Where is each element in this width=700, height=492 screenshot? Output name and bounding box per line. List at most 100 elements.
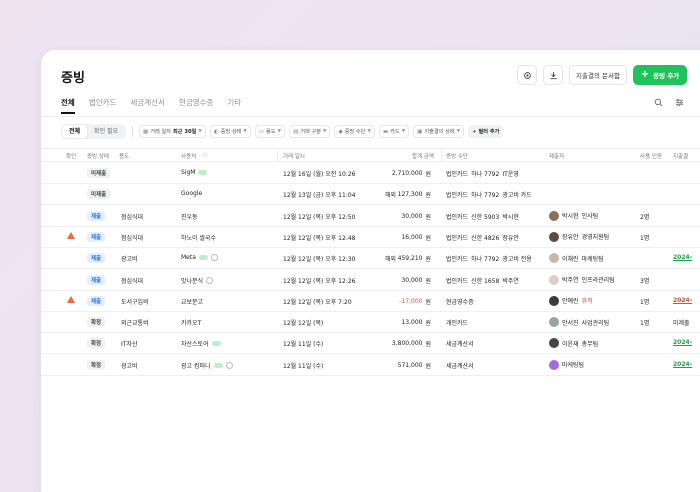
transaction-type-filter-chip[interactable]: ▤ 거래 구분 ▼ bbox=[289, 125, 331, 138]
expense-doc-box-button[interactable]: 지출결의 문서함 bbox=[569, 65, 627, 85]
method-text: 개인카드 bbox=[446, 320, 469, 328]
table-row[interactable]: 확정 IT자산 자산스토어 12월 11일 (수) 3,800,000 원 세금계산서 이윤재… bbox=[41, 333, 700, 355]
status-badge: 제출 bbox=[87, 253, 106, 264]
expense-status-filter-chip[interactable]: ▣ 지출결의 상태 ▼ bbox=[413, 125, 465, 138]
col-method[interactable]: 증빙 수단 bbox=[446, 152, 468, 160]
expense-report-link[interactable]: 2024- bbox=[673, 254, 692, 261]
segment-needs-check[interactable]: 확인 필요 bbox=[87, 125, 125, 138]
purpose-text: 도서구입비 bbox=[121, 298, 149, 306]
table-row[interactable]: 미제출 Google 12월 13일 (금) 오후 11:04 해외 127,300 원 법… bbox=[41, 184, 700, 206]
merchant-text: Google bbox=[181, 190, 203, 198]
avatar bbox=[549, 274, 559, 285]
chevron-down-icon: ▼ bbox=[456, 129, 461, 134]
method-text: 세금계산서 bbox=[446, 362, 474, 370]
tab-tax-invoice[interactable]: 세금계산서 bbox=[130, 97, 165, 108]
table-row[interactable]: 확정 광고비 광고 컴퍼니 12월 11일 (수) 571,000 원 세금계산서 마케팅팀 2… bbox=[41, 355, 700, 376]
submitter-name: 이윤재 bbox=[562, 340, 579, 348]
currency-unit: 원 bbox=[425, 341, 431, 349]
method-text: 법인카드 bbox=[446, 234, 469, 242]
currency-unit: 원 bbox=[425, 277, 431, 285]
settings-button[interactable] bbox=[517, 65, 537, 85]
status-badge: 미제출 bbox=[87, 189, 111, 200]
expense-report-link[interactable]: 2024- bbox=[673, 297, 692, 304]
search-button[interactable] bbox=[654, 98, 663, 110]
link-icon bbox=[198, 170, 208, 175]
status-icon: ◐ bbox=[213, 128, 219, 135]
avatar bbox=[549, 210, 559, 221]
add-filter-button[interactable]: + 필터 추가 bbox=[468, 125, 504, 138]
merchant-text: 하노이 쌀국수 bbox=[181, 234, 217, 242]
avatar bbox=[549, 295, 559, 306]
method-filter-chip[interactable]: ◆ 증빙 수단 ▼ bbox=[334, 125, 375, 138]
chevron-down-icon: ▼ bbox=[277, 129, 282, 134]
method-text: 법인카드 bbox=[446, 213, 469, 221]
table-header: 확인 증빙 상태 용도 사용처 ⓘ 거래 일시 합계 금액 증빙 수단 제출자 … bbox=[41, 148, 700, 163]
col-check[interactable]: 확인 bbox=[66, 152, 76, 160]
col-people[interactable]: 사용 인원 bbox=[640, 152, 662, 160]
col-merchant[interactable]: 사용처 bbox=[181, 152, 196, 160]
tab-all[interactable]: 전체 bbox=[61, 97, 75, 108]
add-evidence-button[interactable]: + 증빙 추가 bbox=[633, 65, 687, 85]
submitter-team: 휴직 bbox=[581, 298, 593, 306]
col-purpose[interactable]: 용도 bbox=[119, 152, 129, 160]
table-row[interactable]: 제출 광고비 Meta 12월 12일 (목) 오후 12:30 해외 459,210 원 법… bbox=[41, 248, 700, 270]
table-row[interactable]: 미제출 SigM 12월 16일 (월) 오전 10:26 2,710,000 원 법인카… bbox=[41, 163, 700, 184]
currency-unit: 원 bbox=[425, 298, 431, 306]
card-sub-text: 장유안 bbox=[502, 234, 519, 242]
status-badge: 제출 bbox=[87, 274, 106, 285]
foreign-tag: 해외 bbox=[385, 256, 397, 264]
segment-all[interactable]: 전체 bbox=[62, 125, 88, 138]
card-filter-label: 카드 bbox=[390, 129, 400, 135]
amount-text: 3,800,000 bbox=[391, 340, 423, 348]
col-expense[interactable]: 지출결 bbox=[673, 152, 688, 160]
merchant-text: 자산스토어 bbox=[181, 341, 209, 349]
amount-text: 16,000 bbox=[401, 233, 423, 241]
card-icon: ▬ bbox=[382, 128, 389, 135]
submitter-name: 박주연 bbox=[562, 277, 579, 284]
method-text: 법인카드 bbox=[446, 277, 469, 285]
filter-bar: 전체 확인 필요 ▦ 거래 일자 최근 30일 ▼ ◐ 증빙 상태 ▼ ▭ 용도… bbox=[61, 124, 504, 139]
currency-unit: 원 bbox=[425, 256, 431, 264]
table-row[interactable]: 제출 도서구입비 교보문고 12월 12일 (목) 오후 7:20 -17,000 원 현금… bbox=[41, 291, 700, 312]
purpose-text: 외근교통비 bbox=[121, 320, 149, 328]
status-filter-chip[interactable]: ◐ 증빙 상태 ▼ bbox=[209, 125, 251, 138]
grid-icon: ▤ bbox=[293, 128, 299, 135]
sliders-icon bbox=[675, 98, 684, 107]
table-row[interactable]: 제출 점심식대 맛나분식 12월 12일 (목) 오후 12:26 30,000 원 법인카… bbox=[41, 270, 700, 291]
table-row[interactable]: 제출 점심식대 진우동 12월 12일 (목) 오후 12:50 30,000 원 법인카드… bbox=[41, 206, 700, 227]
chevron-down-icon: ▼ bbox=[323, 129, 327, 134]
expense-report-link[interactable]: 2024- bbox=[673, 361, 692, 368]
tab-etc[interactable]: 기타 bbox=[227, 97, 241, 108]
col-datetime[interactable]: 거래 일시 bbox=[283, 152, 305, 160]
download-icon bbox=[549, 71, 557, 79]
method-text: 법인카드 bbox=[446, 192, 469, 200]
purpose-text: 점심식대 bbox=[121, 213, 144, 221]
currency-unit: 원 bbox=[425, 362, 431, 370]
card-text: 신한 1658 bbox=[471, 277, 500, 285]
col-status[interactable]: 증빙 상태 bbox=[87, 152, 109, 160]
currency-unit: 원 bbox=[425, 320, 431, 328]
download-button[interactable] bbox=[543, 65, 563, 85]
purpose-filter-chip[interactable]: ▭ 용도 ▼ bbox=[254, 125, 286, 138]
add-filter-label: 필터 추가 bbox=[478, 129, 500, 135]
tab-corp-card[interactable]: 법인카드 bbox=[89, 97, 117, 108]
table-row[interactable]: 제출 점심식대 하노이 쌀국수 12월 12일 (목) 오후 12:48 16,000 원… bbox=[41, 227, 700, 248]
col-submitter[interactable]: 제출자 bbox=[549, 152, 564, 160]
status-badge: 미제출 bbox=[87, 168, 111, 178]
column-settings-button[interactable] bbox=[675, 98, 684, 110]
info-icon: ⓘ bbox=[203, 153, 209, 159]
date-filter-chip[interactable]: ▦ 거래 일자 최근 30일 ▼ bbox=[139, 125, 206, 138]
card-text: 신한 4826 bbox=[471, 234, 500, 242]
people-count: 1명 bbox=[640, 320, 650, 328]
datetime-text: 12월 11일 (수) bbox=[283, 341, 324, 349]
table-row[interactable]: 확정 외근교통비 카카오T 12월 12일 (목) 13,000 원 개인카드 안서진 사업관리… bbox=[41, 312, 700, 334]
purpose-text: 광고비 bbox=[121, 256, 138, 264]
col-amount[interactable]: 합계 금액 bbox=[412, 152, 434, 160]
active-tab-indicator bbox=[61, 112, 75, 114]
tab-cash-receipt[interactable]: 현금영수증 bbox=[179, 97, 214, 108]
card-filter-chip[interactable]: ▬ 카드 ▼ bbox=[378, 125, 410, 138]
receipt-icon bbox=[206, 276, 214, 284]
expense-report-link[interactable]: 2024- bbox=[673, 339, 692, 346]
currency-unit: 원 bbox=[425, 192, 431, 200]
submitter-name: 안서진 bbox=[562, 319, 579, 327]
